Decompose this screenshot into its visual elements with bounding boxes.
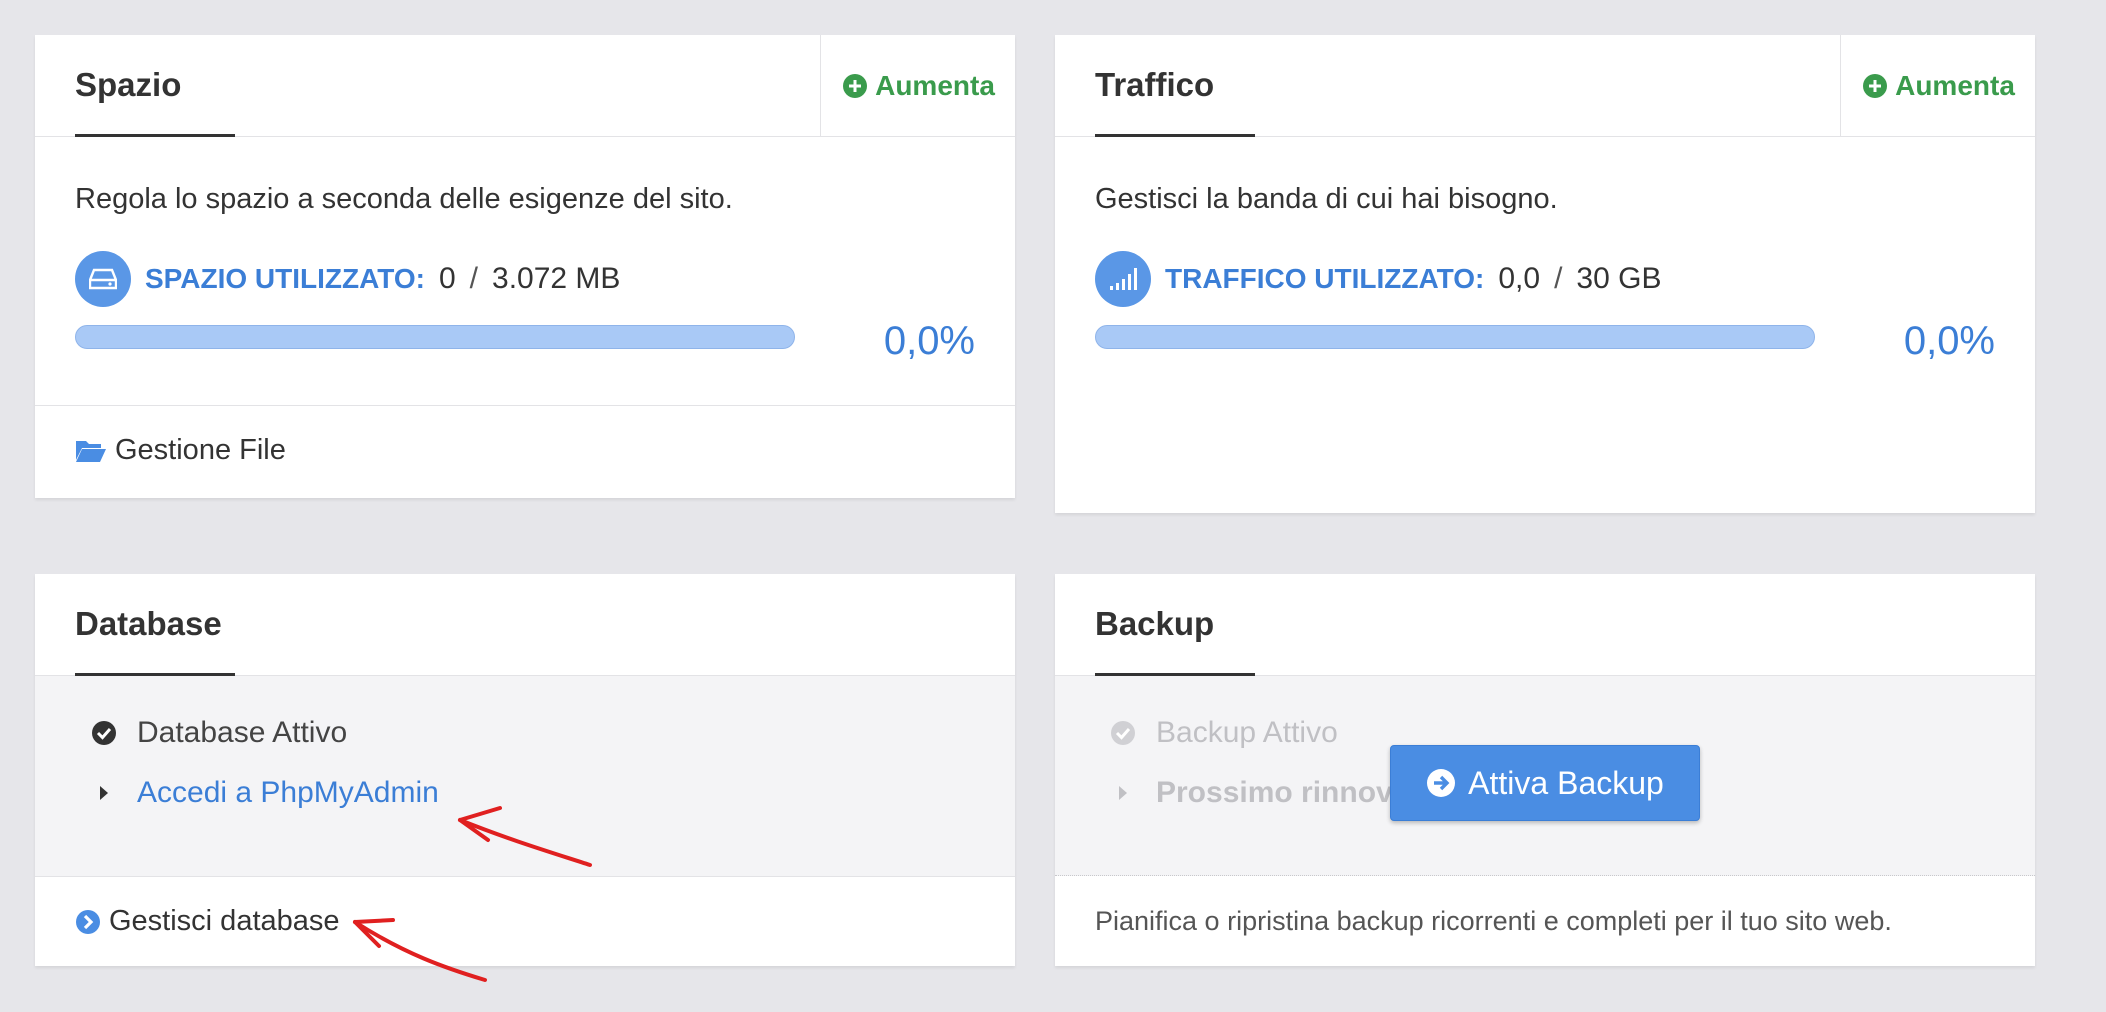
phpmyadmin-row[interactable]: Accedi a PhpMyAdmin (91, 776, 439, 810)
caret-right-icon (91, 780, 117, 806)
backup-description: Pianifica o ripristina backup ricorrenti… (1095, 906, 1892, 936)
database-card-title: Database (75, 605, 222, 642)
space-usage-row: SPAZIO UTILIZZATO: 0 / 3.072 MB (75, 251, 620, 307)
space-increase-button[interactable]: Aumenta (820, 35, 1015, 136)
space-card-footer: Gestione File (35, 405, 1015, 498)
backup-card-title: Backup (1095, 605, 1215, 642)
plus-circle-icon (843, 73, 868, 98)
space-card-header: Spazio Aumenta (35, 35, 1015, 137)
traffic-usage-label: TRAFFICO UTILIZZATO: (1165, 263, 1485, 294)
database-card-header: Database (35, 574, 1015, 676)
traffic-used-value: 0,0 (1498, 262, 1541, 295)
file-manager-link[interactable]: Gestione File (75, 434, 286, 467)
signal-bars-icon (1095, 251, 1151, 307)
space-increase-label: Aumenta (875, 69, 995, 101)
caret-right-icon (1110, 780, 1136, 806)
traffic-card-title: Traffico (1095, 66, 1215, 103)
plus-circle-icon (1863, 73, 1888, 98)
backup-card: Backup Backup Attivo Prossimo rinnovo At… (1055, 574, 2035, 966)
manage-database-link[interactable]: Gestisci database (75, 905, 340, 938)
check-circle-icon (1110, 720, 1136, 746)
arrow-circle-right-icon (1427, 769, 1456, 797)
activate-backup-button[interactable]: Attiva Backup (1390, 745, 1700, 821)
file-manager-label: Gestione File (115, 434, 286, 466)
space-progress-bar (75, 325, 795, 349)
next-renewal-text: Prossimo rinnovo (1156, 776, 1412, 809)
next-renewal-row: Prossimo rinnovo (1110, 776, 1411, 810)
traffic-card-header: Traffico Aumenta (1055, 35, 2035, 137)
traffic-increase-button[interactable]: Aumenta (1840, 35, 2035, 136)
space-description: Regola lo spazio a seconda delle esigenz… (75, 183, 733, 215)
title-underline (75, 134, 235, 137)
traffic-description: Gestisci la banda di cui hai bisogno. (1095, 183, 1558, 215)
traffic-percent: 0,0% (1903, 319, 1995, 363)
space-usage-label: SPAZIO UTILIZZATO: (145, 263, 425, 294)
traffic-progress-bar (1095, 325, 1815, 349)
database-body: Database Attivo Accedi a PhpMyAdmin (35, 676, 1015, 876)
title-underline (1095, 134, 1255, 137)
traffic-total-value: 30 GB (1576, 262, 1662, 295)
space-card-title: Spazio (75, 66, 182, 103)
hosting-dashboard: Spazio Aumenta Regola lo spazio a second… (0, 0, 2106, 1012)
space-usage-separator: / (469, 262, 479, 295)
phpmyadmin-link[interactable]: Accedi a PhpMyAdmin (137, 776, 439, 810)
arrow-circle-right-icon (76, 909, 100, 934)
traffic-increase-label: Aumenta (1895, 69, 2015, 101)
manage-database-label: Gestisci database (109, 905, 340, 937)
database-card-footer: Gestisci database (35, 876, 1015, 966)
backup-card-header: Backup (1055, 574, 2035, 676)
backup-status-text: Backup Attivo (1156, 716, 1338, 749)
space-used-value: 0 (438, 262, 456, 295)
traffic-usage-separator: / (1554, 262, 1563, 295)
space-total-value: 3.072 MB (492, 262, 621, 295)
hard-drive-icon (75, 251, 131, 307)
database-status-row: Database Attivo (91, 716, 347, 750)
database-status-text: Database Attivo (137, 716, 348, 749)
activate-backup-label: Attiva Backup (1468, 764, 1664, 801)
traffic-card: Traffico Aumenta Gestisci la banda di cu… (1055, 35, 2035, 513)
folder-open-icon (76, 440, 106, 462)
traffic-usage-row: TRAFFICO UTILIZZATO: 0,0 / 30 GB (1095, 251, 1661, 307)
database-card: Database Database Attivo Accedi a PhpMyA… (35, 574, 1015, 966)
space-card: Spazio Aumenta Regola lo spazio a second… (35, 35, 1015, 498)
backup-status-row: Backup Attivo (1110, 716, 1338, 750)
space-percent: 0,0% (883, 319, 975, 363)
check-circle-icon (91, 720, 117, 746)
